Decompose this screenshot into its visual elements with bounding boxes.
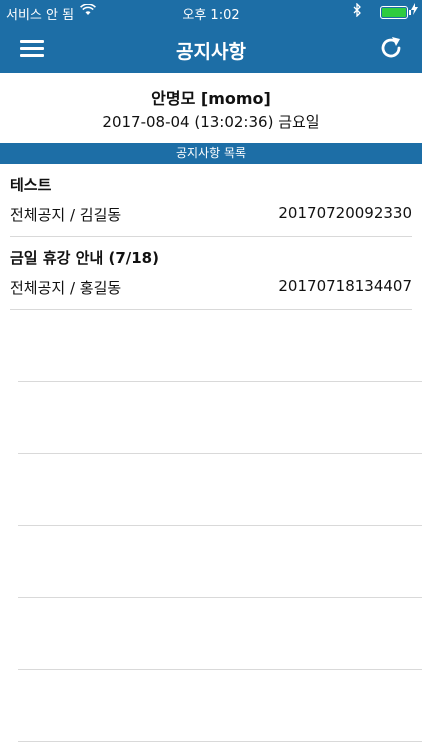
notice-timestamp: 20170718134407	[278, 277, 412, 295]
status-bar: 서비스 안 됨 오후 1:02	[0, 0, 422, 24]
empty-row	[18, 526, 422, 598]
empty-row	[18, 454, 422, 526]
empty-row	[18, 382, 422, 454]
page-title: 공지사항	[176, 41, 246, 63]
refresh-icon[interactable]	[378, 35, 404, 61]
empty-row	[18, 598, 422, 670]
notice-title: 테스트	[10, 176, 52, 194]
current-datetime: 2017-08-04 (13:02:36) 금요일	[102, 113, 320, 131]
charging-icon	[411, 3, 418, 18]
user-name: 안명모 [momo]	[151, 89, 271, 108]
nav-bar: 공지사항	[0, 24, 422, 73]
notice-title: 금일 휴강 안내 (7/18)	[10, 249, 159, 267]
notice-list: 테스트 전체공지 / 김길동 20170720092330 금일 휴강 안내 (…	[0, 164, 422, 742]
battery-icon	[380, 6, 411, 19]
list-item[interactable]: 금일 휴강 안내 (7/18) 전체공지 / 홍길동 2017071813440…	[10, 237, 412, 310]
empty-row	[18, 310, 422, 382]
notice-meta: 전체공지 / 김길동	[10, 206, 122, 224]
bluetooth-icon	[353, 2, 362, 21]
user-info: 안명모 [momo] 2017-08-04 (13:02:36) 금요일	[0, 73, 422, 143]
list-item[interactable]: 테스트 전체공지 / 김길동 20170720092330	[10, 164, 412, 237]
notice-timestamp: 20170720092330	[278, 204, 412, 222]
empty-row	[18, 670, 422, 742]
app-header: 서비스 안 됨 오후 1:02 공지사항	[0, 0, 422, 73]
section-header: 공지사항 목록	[0, 143, 422, 164]
notice-meta: 전체공지 / 홍길동	[10, 279, 122, 297]
